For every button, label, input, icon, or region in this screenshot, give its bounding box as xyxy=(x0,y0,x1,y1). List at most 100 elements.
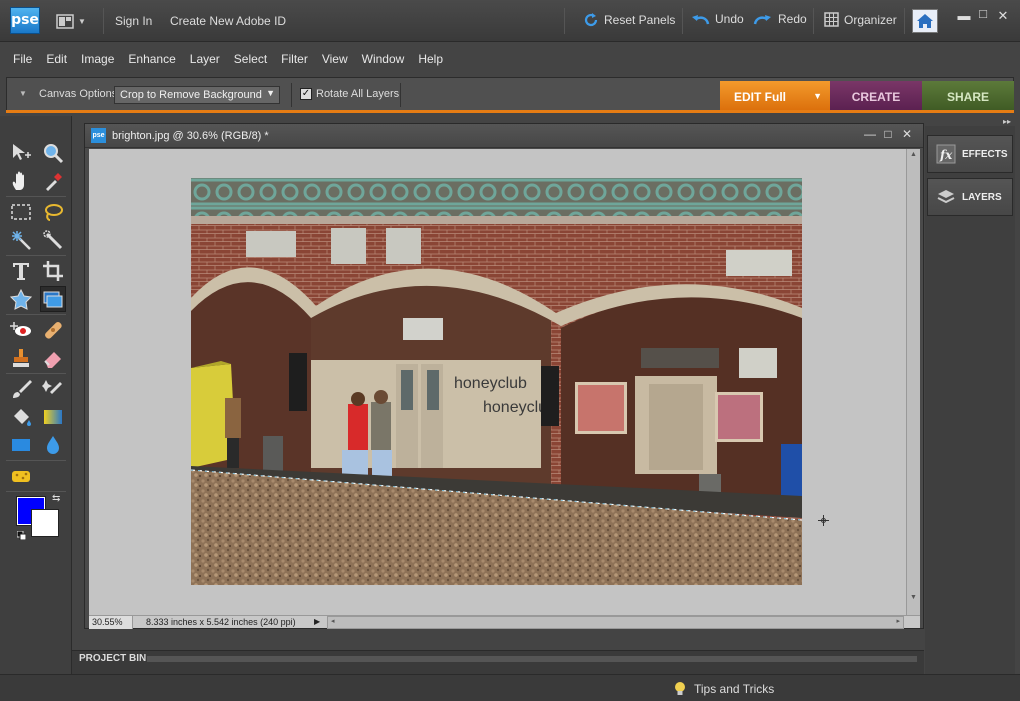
marquee-tool-icon[interactable] xyxy=(8,199,34,225)
divider xyxy=(6,460,66,461)
create-adobe-id-link[interactable]: Create New Adobe ID xyxy=(170,14,286,28)
brush-tool-icon[interactable] xyxy=(8,376,34,402)
swap-colors-icon[interactable]: ⇆ xyxy=(52,493,60,504)
magic-wand-tool-icon[interactable] xyxy=(8,227,34,253)
app-window: pse ▼ Sign In Create New Adobe ID Reset … xyxy=(0,0,1020,701)
paint-bucket-tool-icon[interactable] xyxy=(8,404,34,430)
spot-healing-brush-tool-icon[interactable] xyxy=(40,317,66,343)
document-status-bar: 30.55% 8.333 inches x 5.542 inches (240 … xyxy=(89,615,920,629)
project-bin-scroll[interactable] xyxy=(147,656,917,662)
chevron-down-icon: ▼ xyxy=(266,88,275,98)
canvas-options-label: Canvas Options: xyxy=(39,88,121,100)
eraser-tool-icon[interactable] xyxy=(40,345,66,371)
chevron-down-icon[interactable]: ▼ xyxy=(813,91,822,101)
organizer-button[interactable]: Organizer xyxy=(824,12,897,27)
vertical-scrollbar[interactable]: ▲ ▼ xyxy=(906,149,920,615)
menu-select[interactable]: Select xyxy=(227,52,274,66)
shape-tool-icon[interactable] xyxy=(8,432,34,458)
menu-layer[interactable]: Layer xyxy=(183,52,227,66)
scroll-right-icon[interactable]: ▸ xyxy=(896,617,900,625)
home-button[interactable] xyxy=(912,9,938,33)
straighten-cursor-icon xyxy=(818,515,829,526)
divider xyxy=(6,255,66,256)
minimize-button[interactable]: ▬ xyxy=(955,8,973,23)
default-colors-icon[interactable] xyxy=(16,529,27,541)
canvas-options-select[interactable]: Crop to Remove Background ▼ xyxy=(114,86,280,104)
project-bin-label[interactable]: PROJECT BIN xyxy=(79,653,146,664)
tool-preset-chevron-icon[interactable]: ▼ xyxy=(19,89,27,98)
lasso-tool-icon[interactable] xyxy=(40,199,66,225)
redo-button[interactable]: Redo xyxy=(753,12,807,26)
rotate-all-layers-checkbox[interactable]: ✓ xyxy=(300,88,312,100)
effects-panel-button[interactable]: fx EFFECTS xyxy=(927,135,1013,173)
close-button[interactable]: ✕ xyxy=(994,8,1012,24)
maximize-button[interactable]: □ xyxy=(974,6,992,21)
canvas-options-value: Crop to Remove Background xyxy=(120,89,262,101)
background-color-swatch[interactable] xyxy=(31,509,59,537)
sponge-tool-icon[interactable] xyxy=(8,463,34,489)
divider xyxy=(564,8,565,34)
layers-panel-button[interactable]: LAYERS xyxy=(927,178,1013,216)
document-close-button[interactable]: ✕ xyxy=(899,127,915,141)
tab-create[interactable]: CREATE xyxy=(830,81,922,111)
effects-label: EFFECTS xyxy=(962,148,1008,160)
tips-and-tricks-label: Tips and Tricks xyxy=(694,681,775,696)
menu-view[interactable]: View xyxy=(315,52,355,66)
photo-canvas[interactable]: honeyclub honeyclub xyxy=(191,178,802,585)
mode-accent-line xyxy=(6,110,1014,113)
layers-label: LAYERS xyxy=(962,191,1002,203)
undo-icon xyxy=(692,15,710,25)
redo-label: Redo xyxy=(778,12,807,26)
gradient-tool-icon[interactable] xyxy=(40,404,66,430)
type-tool-icon[interactable] xyxy=(8,258,34,284)
scroll-down-icon[interactable]: ▼ xyxy=(910,594,917,601)
divider xyxy=(291,83,292,107)
menu-file[interactable]: File xyxy=(6,52,39,66)
layout-switcher-button[interactable]: ▼ xyxy=(56,12,92,30)
menu-enhance[interactable]: Enhance xyxy=(121,52,182,66)
menu-filter[interactable]: Filter xyxy=(274,52,315,66)
effects-fx-icon: fx xyxy=(936,144,956,164)
eyedropper-tool-icon[interactable] xyxy=(40,168,66,194)
scroll-left-icon[interactable]: ◂ xyxy=(331,617,335,625)
panel-bin: fx EFFECTS LAYERS xyxy=(925,126,1015,674)
zoom-level-field[interactable]: 30.55% xyxy=(89,616,133,629)
layers-icon xyxy=(937,190,955,204)
title-bar: pse ▼ Sign In Create New Adobe ID Reset … xyxy=(0,0,1020,42)
blur-tool-icon[interactable] xyxy=(40,432,66,458)
zoom-tool-icon[interactable] xyxy=(40,140,66,166)
red-eye-removal-tool-icon[interactable] xyxy=(8,317,34,343)
divider xyxy=(6,491,66,492)
clone-stamp-tool-icon[interactable] xyxy=(8,345,34,371)
collapse-panels-icon[interactable]: ▸▸ xyxy=(1003,117,1011,126)
crop-tool-icon[interactable] xyxy=(40,258,66,284)
horizontal-scrollbar[interactable]: ◂ ▸ xyxy=(327,616,904,629)
lightbulb-icon xyxy=(675,682,685,695)
cookie-cutter-tool-icon[interactable] xyxy=(8,286,34,312)
menu-image[interactable]: Image xyxy=(74,52,121,66)
reset-icon xyxy=(584,13,598,27)
hand-tool-icon[interactable] xyxy=(8,168,34,194)
divider xyxy=(400,83,401,107)
document-minimize-button[interactable]: — xyxy=(862,127,878,141)
app-logo: pse xyxy=(10,7,40,34)
canvas-area[interactable]: honeyclub honeyclub xyxy=(89,149,906,615)
undo-button[interactable]: Undo xyxy=(690,12,744,26)
document-maximize-button[interactable]: □ xyxy=(880,127,896,141)
tips-and-tricks-button[interactable]: Tips and Tricks xyxy=(674,681,774,696)
menu-window[interactable]: Window xyxy=(355,52,412,66)
divider xyxy=(813,8,814,34)
reset-panels-label: Reset Panels xyxy=(604,13,676,27)
quick-selection-tool-icon[interactable] xyxy=(40,227,66,253)
tab-share[interactable]: SHARE xyxy=(922,81,1014,111)
scroll-up-icon[interactable]: ▲ xyxy=(910,151,917,158)
move-tool-icon[interactable] xyxy=(8,140,34,166)
menu-edit[interactable]: Edit xyxy=(39,52,74,66)
menu-help[interactable]: Help xyxy=(411,52,450,66)
smart-brush-tool-icon[interactable] xyxy=(40,376,66,402)
status-menu-arrow-icon[interactable]: ▶ xyxy=(314,617,324,628)
sign-in-link[interactable]: Sign In xyxy=(115,14,152,28)
reset-panels-button[interactable]: Reset Panels xyxy=(583,12,675,28)
straighten-tool-icon[interactable] xyxy=(40,286,66,312)
tab-edit-full[interactable]: EDIT Full ▼ xyxy=(720,81,830,111)
